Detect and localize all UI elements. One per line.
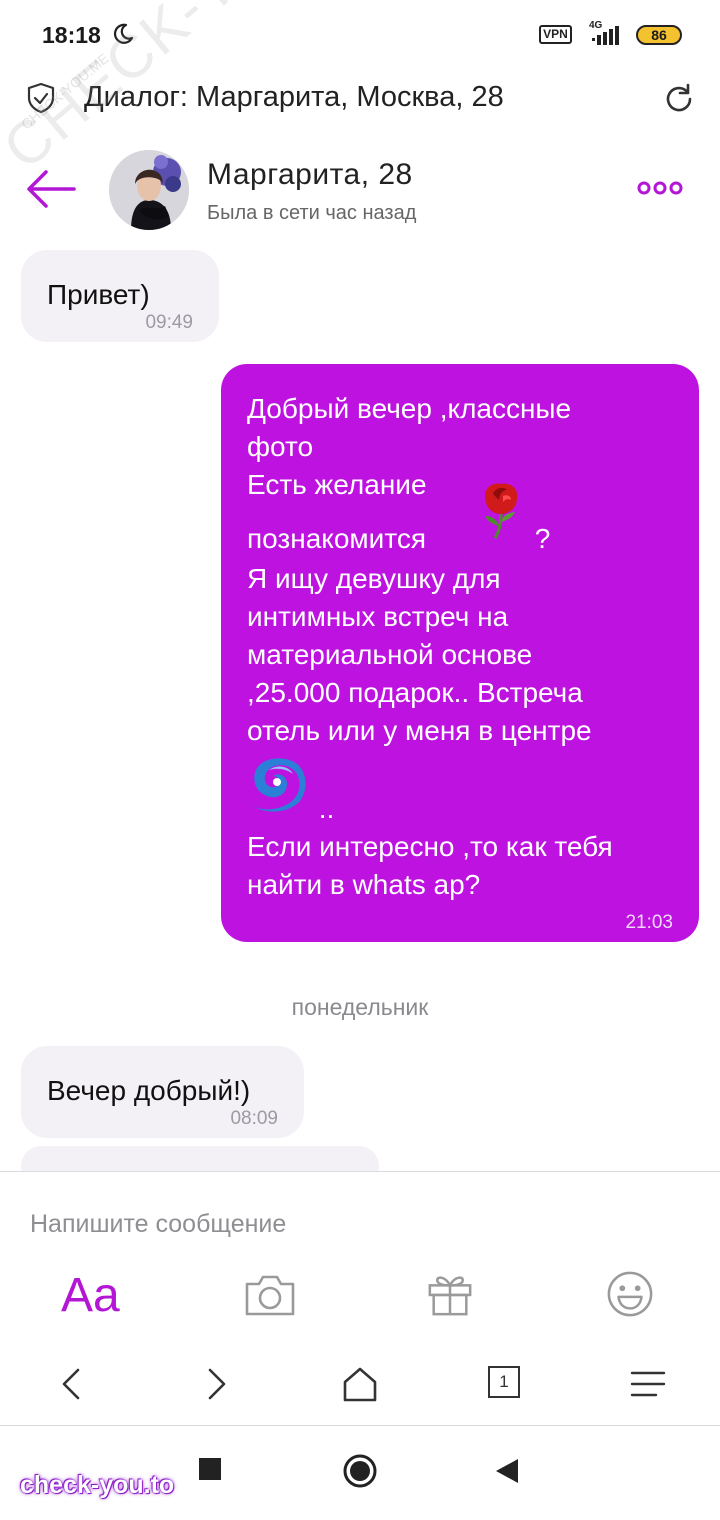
message-text-fragment: познакомится	[247, 523, 426, 554]
message-line-rose: познакомится ?	[247, 483, 687, 560]
reload-icon[interactable]	[662, 82, 696, 116]
gift-icon[interactable]	[425, 1270, 475, 1318]
message-text-part1: Добрый вечер ,классные фото Есть желание	[247, 393, 572, 500]
contact-status: Была в сети час назад	[207, 202, 417, 224]
tabs-button[interactable]: 1	[488, 1366, 520, 1398]
status-bar: 18:18 VPN 4G 86	[0, 0, 720, 70]
message-text-fragment: ?	[527, 523, 551, 554]
text-format-button[interactable]: Aa	[61, 1268, 120, 1322]
message-body: Добрый вечер ,классные фото Есть желание…	[247, 390, 687, 904]
more-dots-icon[interactable]	[632, 176, 688, 200]
vpn-badge: VPN	[539, 25, 572, 44]
browser-forward-icon[interactable]	[196, 1364, 236, 1404]
browser-back-icon[interactable]	[52, 1364, 92, 1404]
message-line-cyclone: ..	[247, 750, 687, 828]
avatar[interactable]	[109, 150, 189, 230]
message-outgoing[interactable]: Добрый вечер ,классные фото Есть желание…	[221, 364, 699, 942]
message-incoming[interactable]: Вечер добрый!) 08:09	[21, 1046, 304, 1138]
cyclone-emoji-icon	[253, 758, 306, 812]
recents-icon[interactable]	[198, 1457, 222, 1481]
message-text: Вечер добрый!)	[47, 1075, 251, 1106]
message-text-part2: Я ищу девушку для интимных встреч на мат…	[247, 563, 592, 746]
footer-watermark: check-you.to	[20, 1471, 175, 1499]
contact-name[interactable]: Маргарита, 28	[207, 158, 413, 192]
page-title: Диалог: Маргарита, Москва, 28	[84, 81, 504, 113]
message-input[interactable]	[30, 1206, 690, 1242]
message-text-fragment: ..	[311, 793, 335, 824]
back-system-icon[interactable]	[494, 1457, 520, 1485]
message-time: 09:49	[145, 312, 193, 333]
moon-icon	[114, 23, 134, 44]
message-time: 08:09	[230, 1108, 278, 1129]
message-text: Привет)	[47, 279, 150, 310]
browser-title-bar: Диалог: Маргарита, Москва, 28	[0, 70, 720, 130]
signal-icon	[592, 26, 619, 45]
battery-indicator: 86	[636, 25, 682, 45]
chat-header: Маргарита, 28 Была в сети час назад	[0, 140, 720, 240]
home-icon[interactable]	[340, 1364, 380, 1404]
status-time: 18:18	[42, 22, 101, 48]
avatar-image	[109, 150, 189, 230]
browser-toolbar: 1	[0, 1340, 720, 1426]
camera-icon[interactable]	[243, 1270, 297, 1318]
menu-icon[interactable]	[628, 1364, 668, 1404]
message-composer: Aa	[0, 1171, 720, 1337]
message-time: 21:03	[625, 912, 673, 933]
smiley-icon[interactable]	[605, 1270, 655, 1318]
rose-emoji-icon	[485, 483, 518, 539]
message-incoming[interactable]: Привет) 09:49	[21, 250, 219, 342]
shield-check-icon[interactable]	[26, 82, 56, 114]
day-separator: понедельник	[291, 994, 429, 1020]
message-text-part3: Если интересно ,то как тебя найти в what…	[247, 831, 613, 900]
home-system-icon[interactable]	[342, 1453, 378, 1489]
back-arrow-icon[interactable]	[24, 168, 78, 210]
